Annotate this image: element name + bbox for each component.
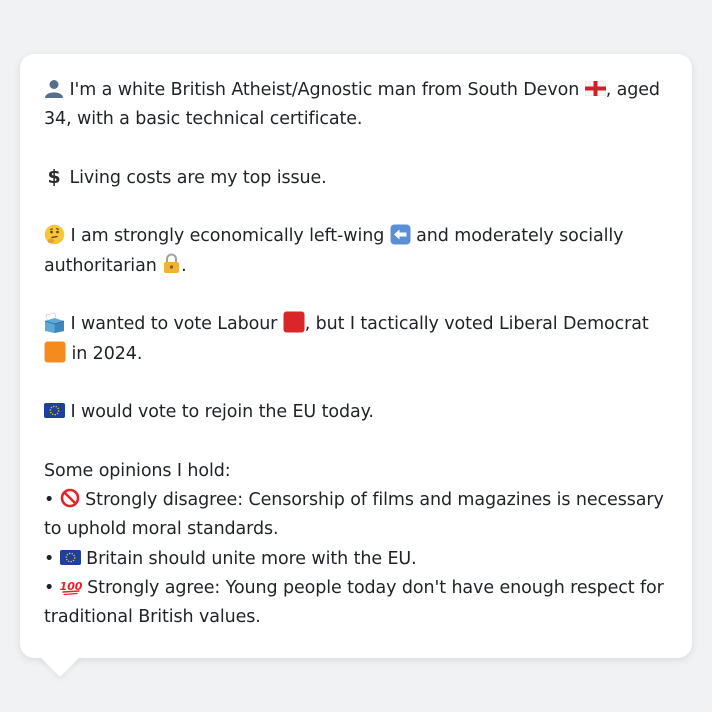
prohibited-icon (60, 488, 80, 510)
message-bubble: I'm a white British Atheist/Agnostic man… (20, 54, 692, 658)
england-flag-icon (584, 80, 606, 100)
eu-paragraph: I would vote to rejoin the EU today. (44, 398, 668, 427)
ideology-paragraph: I am strongly economically left-wing and… (44, 222, 668, 281)
opinions-heading: Some opinions I hold: (44, 460, 231, 481)
labour-square-icon (283, 311, 305, 334)
opinion-text: Strongly agree: Young people today don't… (44, 578, 664, 628)
hundred-points-icon: 100 (59, 578, 83, 598)
opinion-text: Strongly disagree: Censorship of films a… (44, 490, 664, 540)
eu-flag-icon (59, 549, 81, 569)
thinking-face-icon (44, 225, 65, 246)
issue-paragraph: $ Living costs are my top issue. (44, 164, 668, 193)
left-arrow-icon (390, 224, 411, 246)
dollar-icon: $ (44, 166, 64, 188)
opinion-item: • Britain should unite more with the EU. (44, 545, 668, 574)
intro-paragraph: I'm a white British Atheist/Agnostic man… (44, 76, 668, 135)
opinion-item: • 100 Strongly agree: Young people today… (44, 574, 668, 633)
lock-icon (162, 253, 181, 276)
person-icon (44, 80, 64, 100)
vote-text-a: I wanted to vote Labour (70, 314, 278, 335)
eu-text: I would vote to rejoin the EU today. (70, 402, 374, 423)
bullet: • (44, 548, 55, 569)
ideology-text-a: I am strongly economically left-wing (70, 226, 385, 247)
bullet: • (44, 578, 55, 599)
eu-flag-icon (44, 402, 65, 422)
vote-text-b: , but I tactically voted Liberal Democra… (304, 314, 649, 335)
issue-text: Living costs are my top issue. (69, 167, 327, 188)
ballot-box-icon (44, 312, 65, 334)
libdem-square-icon (44, 341, 66, 364)
bubble-tail (40, 657, 80, 677)
bullet: • (44, 490, 55, 511)
svg-text:$: $ (47, 166, 60, 186)
ideology-text-c: . (181, 255, 187, 276)
vote-text-c: in 2024. (71, 343, 143, 364)
intro-text-a: I'm a white British Atheist/Agnostic man… (69, 80, 580, 100)
opinion-text: Britain should unite more with the EU. (86, 548, 417, 569)
opinions-section: Some opinions I hold: • Strongly disagre… (44, 457, 668, 633)
vote-paragraph: I wanted to vote Labour , but I tactical… (44, 310, 668, 369)
opinion-item: • Strongly disagree: Censorship of films… (44, 486, 668, 545)
